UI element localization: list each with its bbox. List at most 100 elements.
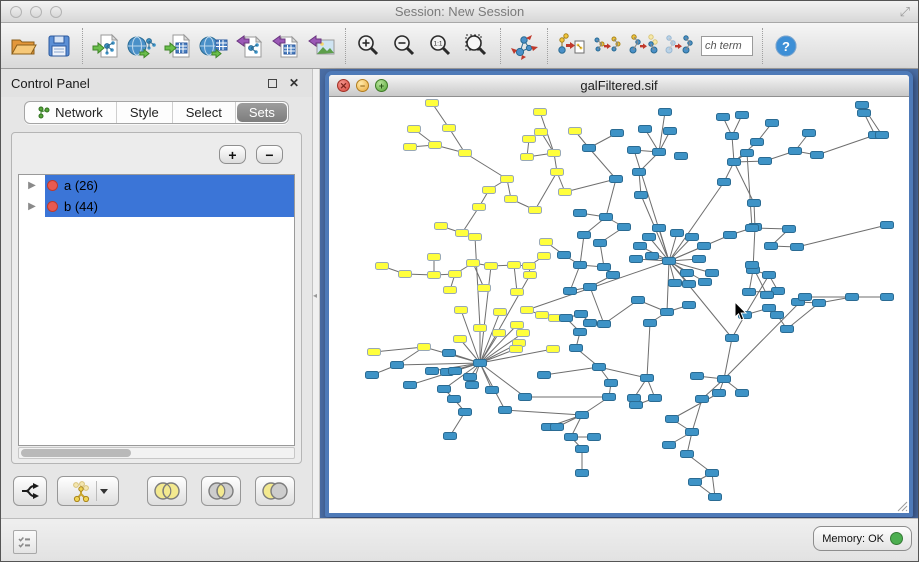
network-node[interactable] [746,262,759,269]
network-node[interactable] [558,252,571,259]
tab-style[interactable]: Style [117,102,173,123]
network-edge[interactable] [817,135,875,155]
network-node[interactable] [474,360,487,367]
network-node[interactable] [675,153,688,160]
network-node[interactable] [459,409,472,416]
network-edge[interactable] [724,338,732,379]
network-node[interactable] [628,395,641,402]
resize-grip[interactable] [895,499,908,512]
network-node[interactable] [628,147,641,154]
network-node[interactable] [643,234,656,241]
network-node[interactable] [736,112,749,119]
network-node[interactable] [404,144,417,151]
network-node[interactable] [444,433,457,440]
network-node[interactable] [523,263,536,270]
network-node[interactable] [576,412,589,419]
list-item[interactable]: ▶ a (26) [19,175,294,196]
network-node[interactable] [368,349,381,356]
scrollbar-thumb[interactable] [21,449,131,457]
network-node[interactable] [766,120,779,127]
merge-networks-button[interactable] [589,26,625,66]
network-node[interactable] [630,402,643,409]
network-edge[interactable] [589,148,616,179]
network-node[interactable] [408,126,421,133]
network-node[interactable] [519,394,532,401]
network-node[interactable] [448,396,461,403]
export-image-button[interactable] [304,26,340,66]
network-node[interactable] [560,315,573,322]
network-node[interactable] [438,386,451,393]
horizontal-scrollbar[interactable] [18,447,295,459]
network-node[interactable] [813,300,826,307]
network-node[interactable] [611,130,624,137]
network-edge[interactable] [734,162,754,203]
network-edge[interactable] [544,367,599,375]
network-node[interactable] [456,230,469,237]
network-node[interactable] [876,132,889,139]
network-node[interactable] [663,258,676,265]
network-node[interactable] [485,263,498,270]
network-node[interactable] [584,284,597,291]
network-node[interactable] [659,109,672,116]
minimize-window-button[interactable] [30,6,42,18]
network-node[interactable] [639,126,652,133]
network-node[interactable] [376,263,389,270]
network-node[interactable] [478,285,491,292]
network-node[interactable] [535,129,548,136]
network-node[interactable] [846,294,859,301]
task-history-button[interactable] [13,530,37,554]
network-node[interactable] [759,158,772,165]
network-node[interactable] [607,272,620,279]
network-edge[interactable] [647,323,650,378]
apply-layout-button[interactable] [506,26,542,66]
expand-arrow-icon[interactable]: ▶ [19,201,45,212]
network-node[interactable] [803,130,816,137]
network-node[interactable] [534,109,547,116]
network-node[interactable] [671,230,684,237]
network-edge[interactable] [465,153,507,179]
import-network-file-button[interactable] [88,26,124,66]
network-node[interactable] [570,345,583,352]
network-node[interactable] [467,260,480,267]
network-node[interactable] [501,176,514,183]
network-node[interactable] [699,279,712,286]
network-node[interactable] [569,128,582,135]
network-node[interactable] [469,234,482,241]
expand-arrow-icon[interactable]: ▶ [19,180,45,191]
network-canvas[interactable] [329,97,909,513]
minimize-network-button[interactable]: − [356,79,369,92]
network-node[interactable] [783,226,796,233]
network-node[interactable] [521,154,534,161]
network-node[interactable] [789,148,802,155]
network-edge[interactable] [797,225,887,247]
network-node[interactable] [649,395,662,402]
network-node[interactable] [443,350,456,357]
network-node[interactable] [474,325,487,332]
network-node[interactable] [593,364,606,371]
network-node[interactable] [564,288,577,295]
network-node[interactable] [576,446,589,453]
tab-sets[interactable]: Sets [237,103,287,122]
list-item[interactable]: ▶ b (44) [19,196,294,217]
network-node[interactable] [510,346,523,353]
network-node[interactable] [683,281,696,288]
network-node[interactable] [466,382,479,389]
network-node[interactable] [610,176,623,183]
set-intersection-button[interactable] [201,476,241,506]
network-node[interactable] [635,192,648,199]
network-node[interactable] [449,271,462,278]
network-node[interactable] [728,159,741,166]
network-edge[interactable] [606,179,616,217]
network-node[interactable] [858,110,871,117]
network-node[interactable] [391,362,404,369]
network-node[interactable] [653,225,666,232]
memory-status-button[interactable]: Memory: OK [813,526,912,551]
network-node[interactable] [791,244,804,251]
network-node[interactable] [598,264,611,271]
network-node[interactable] [483,187,496,194]
new-network-from-selection-button[interactable] [553,26,589,66]
maximize-window-button[interactable] [50,6,62,18]
network-node[interactable] [691,373,704,380]
import-table-url-button[interactable] [196,26,232,66]
network-node[interactable] [517,330,530,337]
